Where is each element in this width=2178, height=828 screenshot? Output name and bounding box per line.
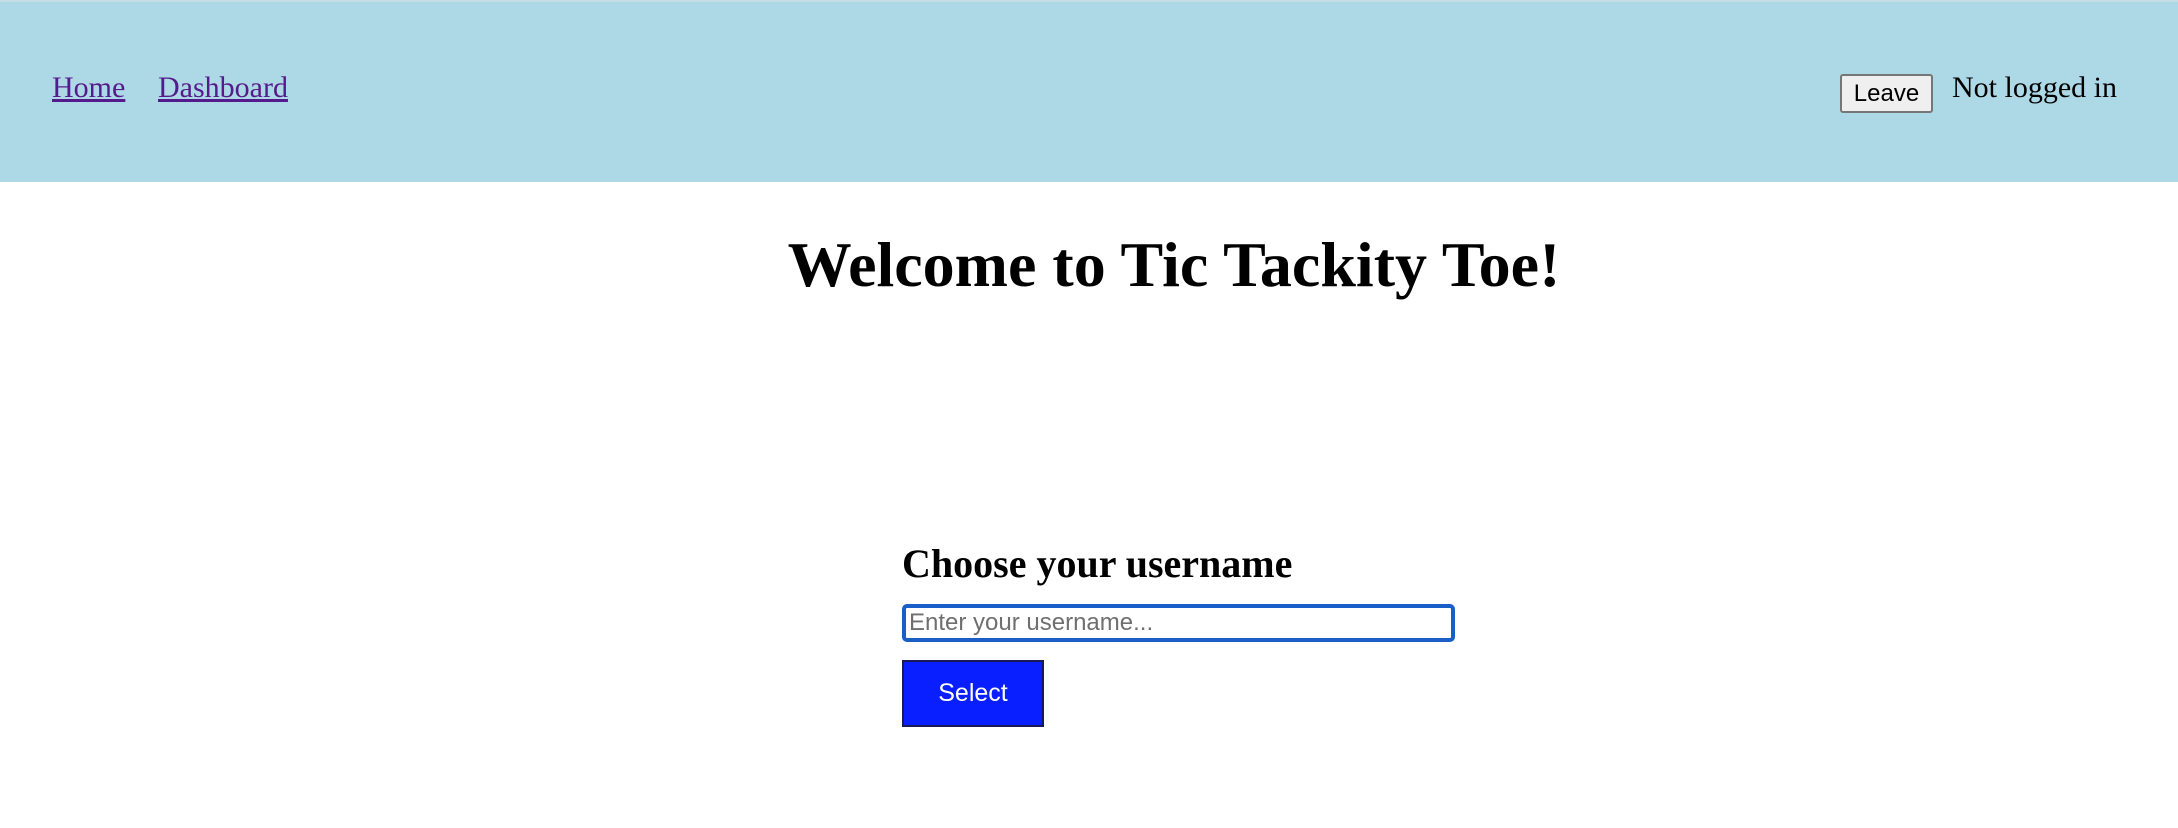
username-form: Choose your username Select bbox=[902, 538, 1458, 727]
select-button[interactable]: Select bbox=[902, 660, 1044, 727]
page-title: Welcome to Tic Tackity Toe! bbox=[787, 229, 1561, 300]
nav-link-dashboard[interactable]: Dashboard bbox=[158, 73, 288, 103]
username-input[interactable] bbox=[902, 604, 1455, 642]
top-navigation-bar: Home Dashboard Leave Not logged in bbox=[0, 0, 2178, 182]
nav-link-home[interactable]: Home bbox=[52, 73, 125, 103]
leave-button[interactable]: Leave bbox=[1840, 74, 1933, 113]
login-status-text: Not logged in bbox=[1952, 71, 2117, 104]
username-form-heading: Choose your username bbox=[902, 541, 1293, 586]
